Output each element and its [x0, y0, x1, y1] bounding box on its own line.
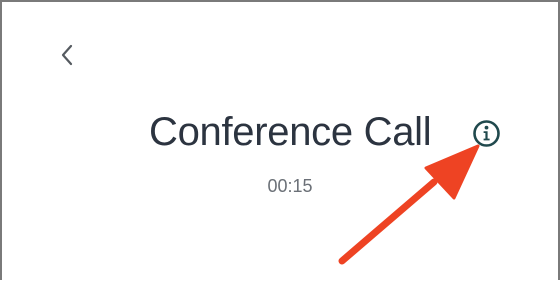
- back-button[interactable]: [52, 40, 82, 70]
- chevron-left-icon: [61, 44, 73, 66]
- info-circle-icon: [473, 120, 500, 147]
- info-button[interactable]: [471, 118, 502, 149]
- call-title: Conference Call: [149, 110, 432, 154]
- call-duration: 00:15: [267, 176, 313, 196]
- call-header: Conference Call: [2, 107, 558, 157]
- call-screen: Conference Call 00:15: [0, 0, 560, 280]
